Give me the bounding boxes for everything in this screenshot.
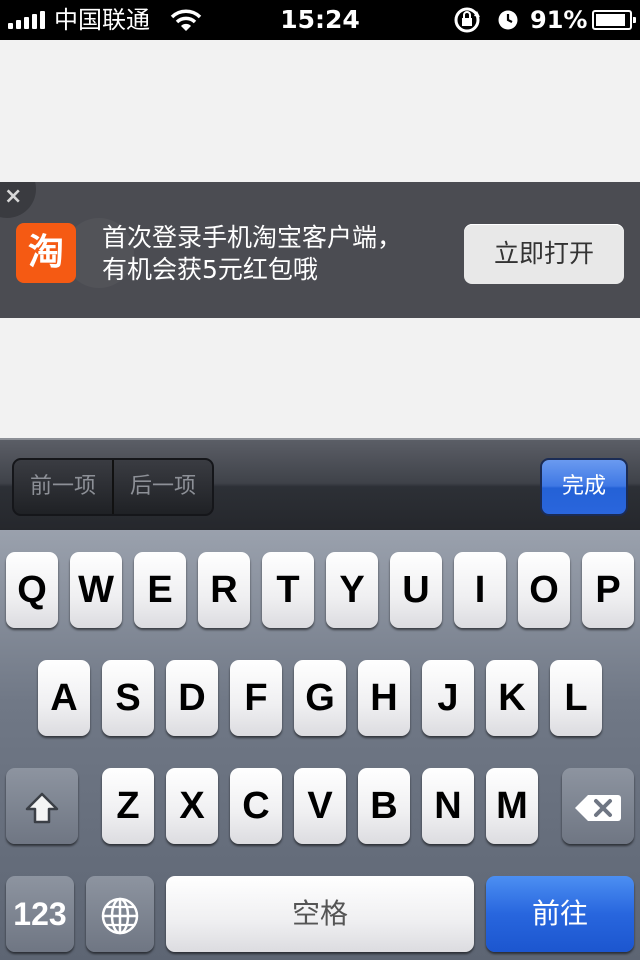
globe-icon <box>100 896 140 936</box>
status-bar: 中国联通 15:24 91% <box>0 0 640 40</box>
key-b[interactable]: B <box>358 768 410 844</box>
previous-field-button[interactable]: 前一项 <box>14 460 112 514</box>
key-e[interactable]: E <box>134 552 186 628</box>
key-a[interactable]: A <box>38 660 90 736</box>
key-s[interactable]: S <box>102 660 154 736</box>
battery-icon <box>592 10 636 30</box>
key-f[interactable]: F <box>230 660 282 736</box>
carrier-name: 中国联通 <box>54 6 150 34</box>
key-h[interactable]: H <box>358 660 410 736</box>
battery-percent: 91% <box>530 6 588 34</box>
key-i[interactable]: I <box>454 552 506 628</box>
rotation-lock-icon <box>451 6 483 38</box>
backspace-icon <box>574 793 622 823</box>
key-v[interactable]: V <box>294 768 346 844</box>
key-l[interactable]: L <box>550 660 602 736</box>
key-c[interactable]: C <box>230 768 282 844</box>
key-j[interactable]: J <box>422 660 474 736</box>
keyboard: Q W E R T Y U I O P A S D F G H J K L Z … <box>0 530 640 960</box>
key-g[interactable]: G <box>294 660 346 736</box>
done-button[interactable]: 完成 <box>540 458 628 516</box>
close-banner-button[interactable]: × <box>0 182 36 218</box>
form-accessory-toolbar: 前一项 后一项 完成 <box>0 438 640 530</box>
prev-next-segmented-control: 前一项 后一项 <box>12 458 214 516</box>
key-m[interactable]: M <box>486 768 538 844</box>
key-q[interactable]: Q <box>6 552 58 628</box>
close-icon: × <box>4 184 23 209</box>
banner-message-line2: 有机会获5元红包哦 <box>102 255 318 284</box>
key-z[interactable]: Z <box>102 768 154 844</box>
key-w[interactable]: W <box>70 552 122 628</box>
key-y[interactable]: Y <box>326 552 378 628</box>
signal-icon <box>8 11 45 29</box>
page-content-bottom <box>0 318 640 438</box>
key-u[interactable]: U <box>390 552 442 628</box>
numbers-key[interactable]: 123 <box>6 876 74 952</box>
shift-arrow-icon <box>24 791 60 825</box>
key-d[interactable]: D <box>166 660 218 736</box>
alarm-icon <box>497 9 519 35</box>
globe-key[interactable] <box>86 876 154 952</box>
page-content-top <box>0 40 640 182</box>
open-app-button[interactable]: 立即打开 <box>464 224 624 284</box>
space-key[interactable]: 空格 <box>166 876 474 952</box>
app-download-banner: × 淘 首次登录手机淘宝客户端， 有机会获5元红包哦 立即打开 <box>0 182 640 318</box>
go-key[interactable]: 前往 <box>486 876 634 952</box>
key-x[interactable]: X <box>166 768 218 844</box>
key-o[interactable]: O <box>518 552 570 628</box>
banner-message-line1: 首次登录手机淘宝客户端， <box>102 223 403 252</box>
taobao-app-icon: 淘 <box>16 223 76 283</box>
shift-key[interactable] <box>6 768 78 844</box>
key-k[interactable]: K <box>486 660 538 736</box>
next-field-button[interactable]: 后一项 <box>112 460 212 514</box>
key-p[interactable]: P <box>582 552 634 628</box>
key-t[interactable]: T <box>262 552 314 628</box>
wifi-icon <box>170 8 202 36</box>
backspace-key[interactable] <box>562 768 634 844</box>
key-n[interactable]: N <box>422 768 474 844</box>
key-r[interactable]: R <box>198 552 250 628</box>
